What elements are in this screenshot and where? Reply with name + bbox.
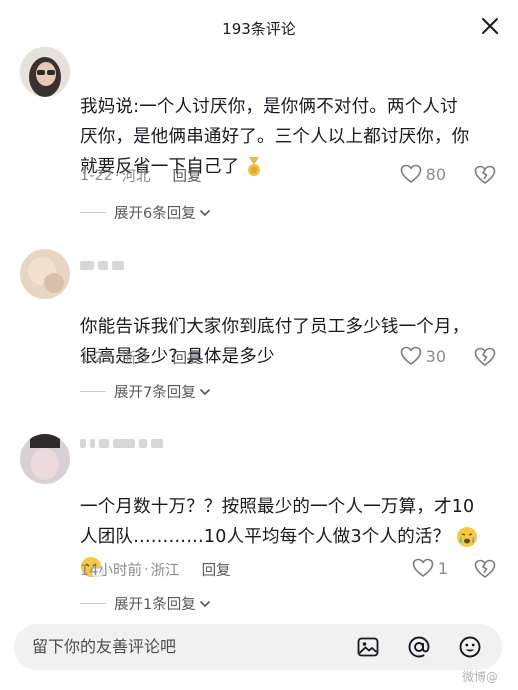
avatar[interactable] [20,249,70,299]
expand-replies[interactable]: 展开7条回复 [80,381,211,402]
like-count: 1 [437,558,448,578]
medal-emoji [248,157,261,176]
comment-meta: 1-21 · 浙江 回复 [80,347,202,368]
heart-icon [400,346,421,365]
dislike-icon[interactable] [474,559,496,579]
emoji-icon[interactable] [458,635,482,659]
comment-location: 浙江 [121,351,151,367]
comment-date: 14小时前 [80,563,142,579]
image-icon[interactable] [356,635,380,659]
dislike-icon[interactable] [474,347,496,367]
reply-button[interactable]: 回复 [173,347,202,368]
chevron-down-icon [199,209,210,216]
chevron-down-icon [199,600,210,607]
close-icon[interactable] [480,16,500,36]
username-blurred [80,436,163,450]
mention-icon[interactable] [407,635,431,659]
avatar[interactable] [20,47,70,97]
expand-replies[interactable]: 展开6条回复 [80,202,211,223]
reply-button[interactable]: 回复 [173,165,202,186]
dislike-icon[interactable] [474,165,496,185]
avatar[interactable] [20,434,70,484]
comment-location: 河北 [121,169,151,185]
chevron-down-icon [199,388,210,395]
comment-date: 1-22 [80,167,113,184]
watermark: 微博@ [461,670,498,684]
comment-meta: 14小时前 · 浙江 回复 [80,559,231,580]
username-blurred [80,258,124,272]
comment-location: 浙江 [150,563,180,579]
like-count: 80 [425,164,446,184]
like-button[interactable]: 80 [400,164,446,184]
like-count: 30 [425,346,446,366]
heart-icon [412,558,434,577]
reply-button[interactable]: 回复 [202,559,231,580]
crying-emoji [457,527,478,547]
like-button[interactable]: 1 [412,558,448,578]
expand-replies[interactable]: 展开1条回复 [80,593,211,614]
heart-icon [400,164,421,183]
comment-meta: 1-22 · 河北 回复 [80,165,202,186]
like-button[interactable]: 30 [400,346,446,366]
comment-date: 1-21 [80,349,113,366]
comment-count-title: 193条评论 [222,19,296,38]
comment-input-bar[interactable]: 留下你的友善评论吧 [14,624,502,670]
comment-input[interactable]: 留下你的友善评论吧 [32,624,176,670]
comments-header: 193条评论 [0,0,518,52]
